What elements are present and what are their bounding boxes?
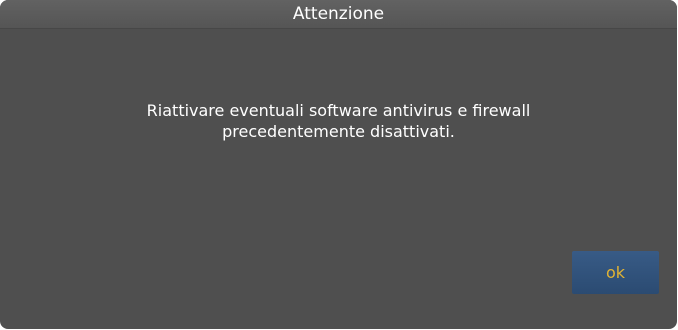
dialog-message: Riattivare eventuali software antivirus … [0,100,677,142]
dialog-title: Attenzione [292,4,385,24]
message-line-1: Riattivare eventuali software antivirus … [146,101,531,120]
message-line-2: precedentemente disattivati. [222,122,455,141]
dialog-titlebar: Attenzione [0,0,677,29]
ok-button[interactable]: ok [572,251,659,294]
alert-dialog: Attenzione Riattivare eventuali software… [0,0,677,329]
